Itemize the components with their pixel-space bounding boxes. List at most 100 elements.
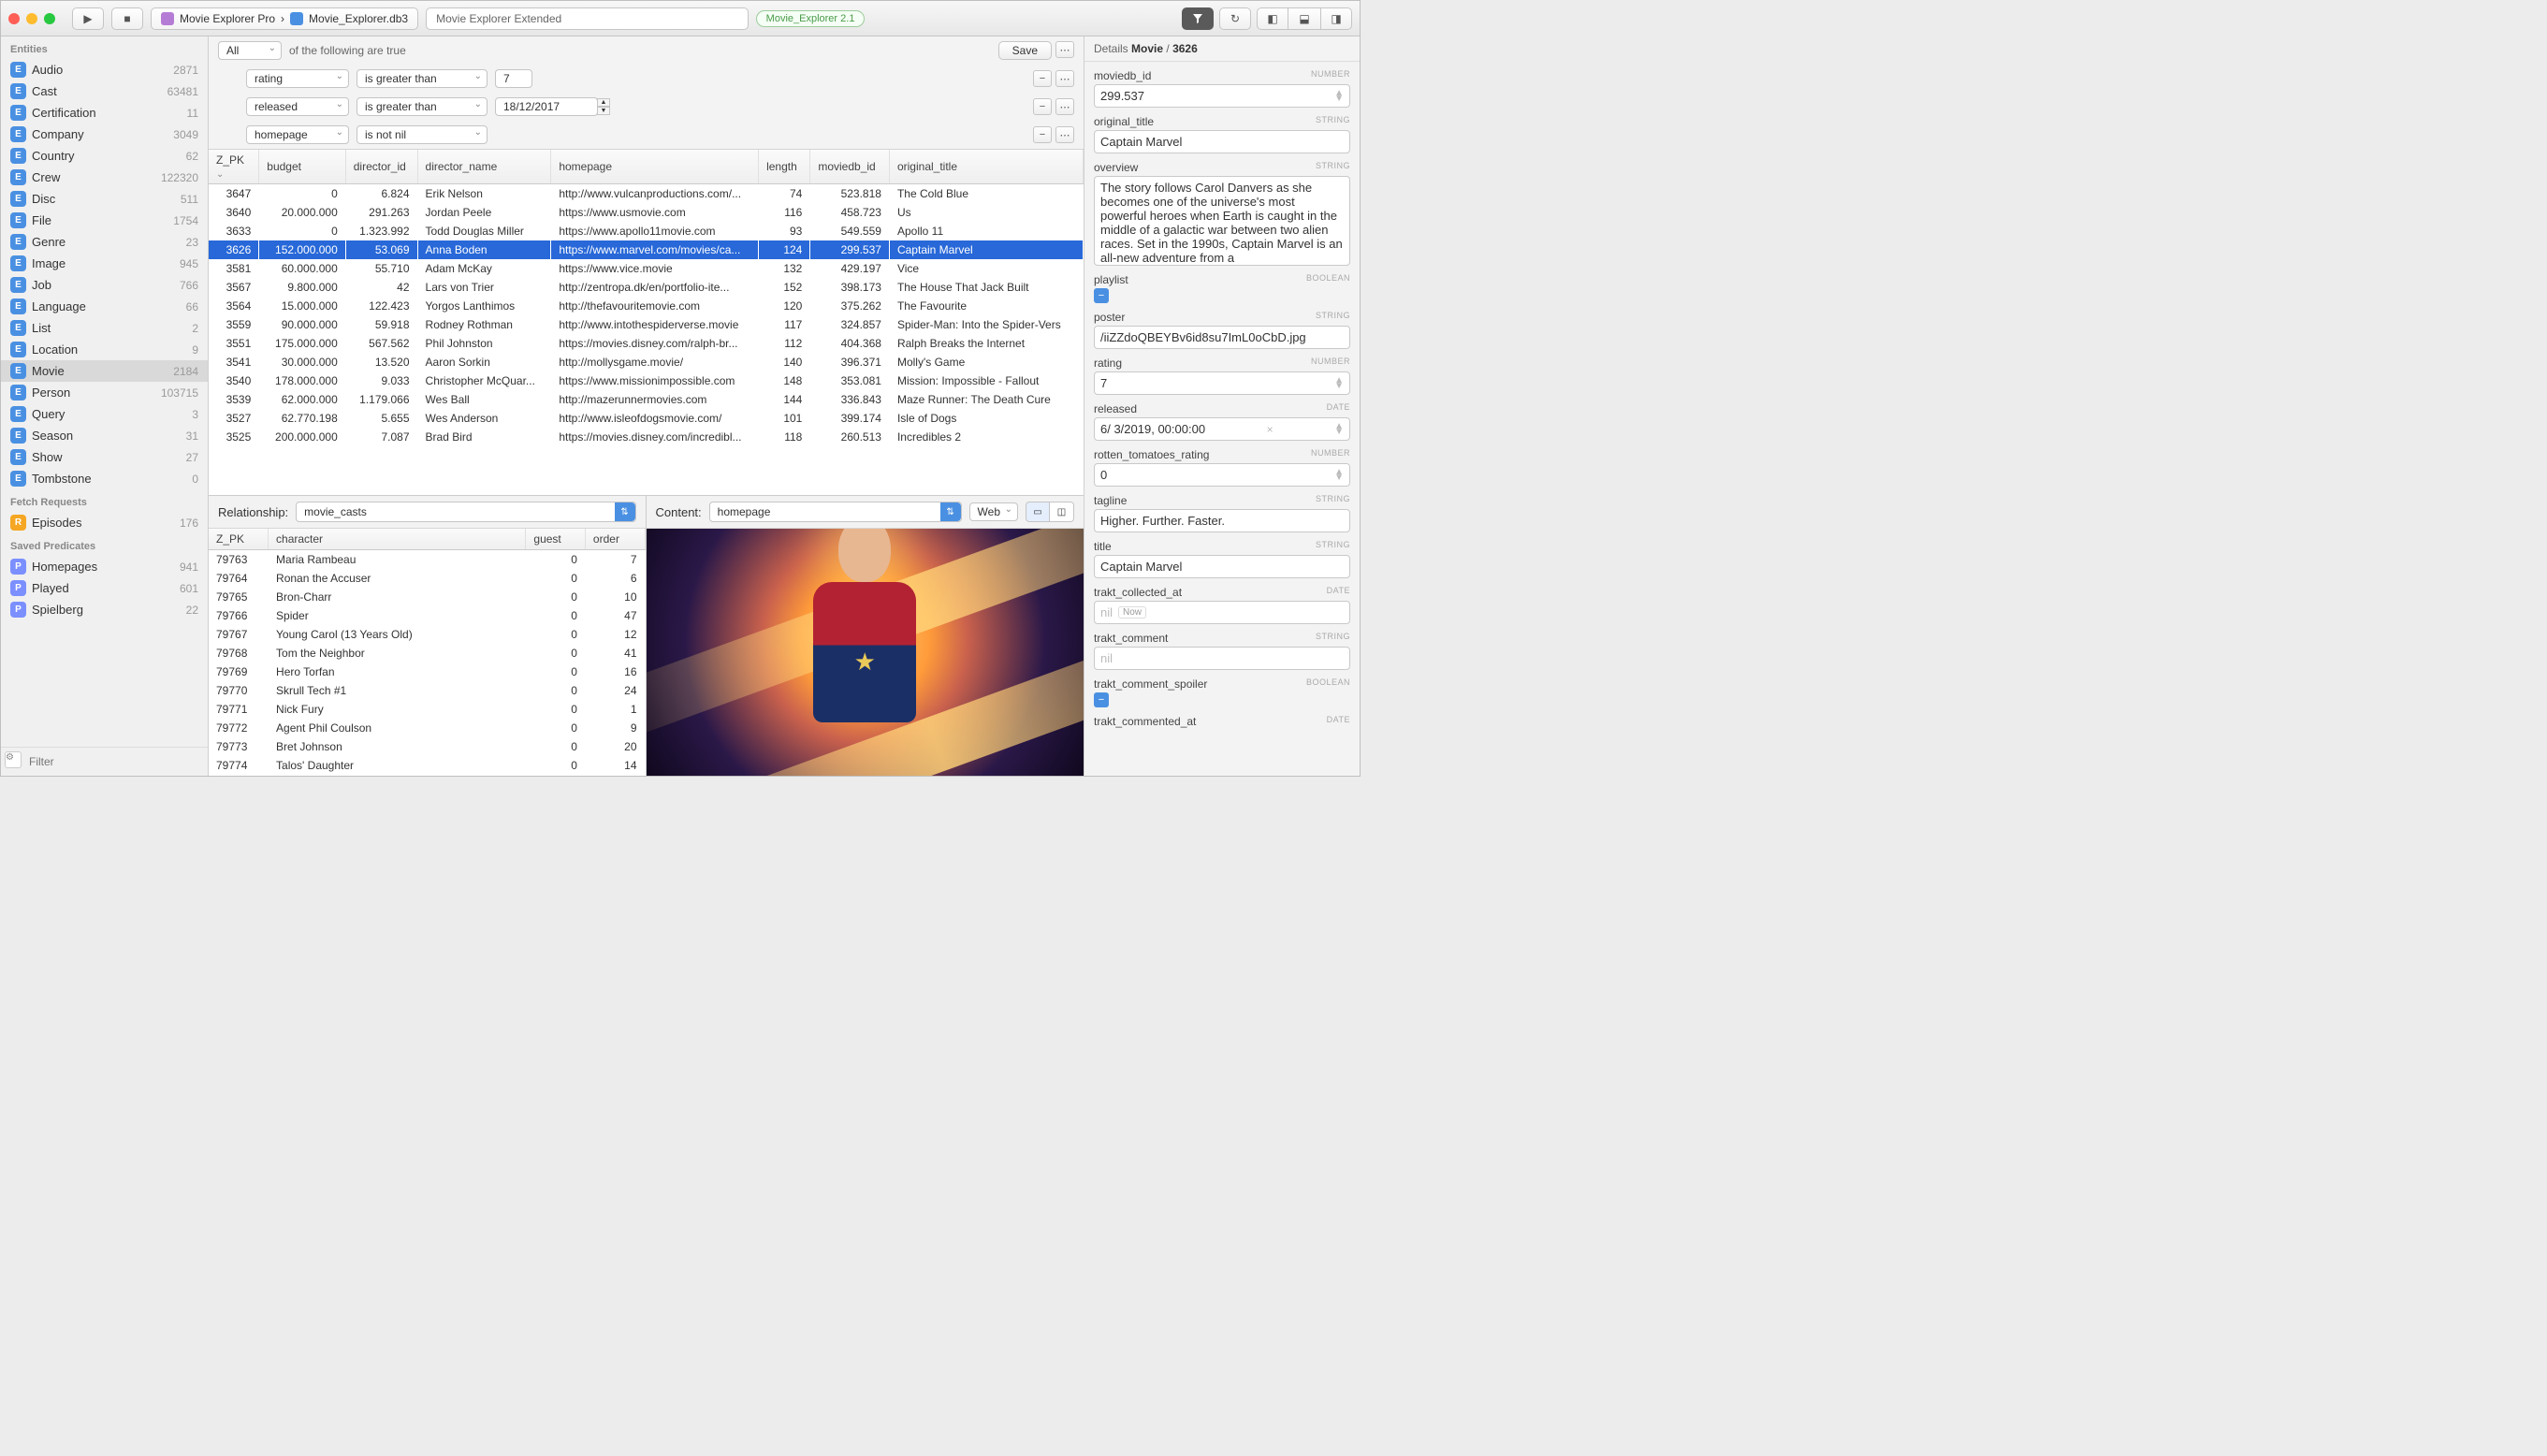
table-row[interactable]: 3525200.000.0007.087 Brad Birdhttps://mo… <box>209 428 1084 446</box>
predicate-op-select[interactable]: is not nil <box>357 125 488 144</box>
table-row[interactable]: 352762.770.1985.655 Wes Andersonhttp://w… <box>209 409 1084 428</box>
filter-funnel-button[interactable] <box>1182 7 1214 30</box>
relationship-select[interactable]: movie_casts ⇅ <box>296 502 635 522</box>
sidebar-item-spielberg[interactable]: P Spielberg 22 <box>1 599 208 620</box>
content-view-single-button[interactable]: ▭ <box>1026 502 1050 522</box>
stepper-icon[interactable]: ▲▼ <box>1334 91 1344 102</box>
sidebar-add-button[interactable]: ⚙ <box>5 751 22 768</box>
sidebar-item-person[interactable]: E Person 103715 <box>1 382 208 403</box>
column-header-Z_PK[interactable]: Z_PK <box>209 150 259 184</box>
layout-left-button[interactable]: ◧ <box>1257 7 1288 30</box>
sidebar-item-company[interactable]: E Company 3049 <box>1 124 208 145</box>
detail-date-input[interactable]: nilNow <box>1094 601 1350 624</box>
layout-right-button[interactable]: ◨ <box>1320 7 1352 30</box>
sidebar-item-homepages[interactable]: P Homepages 941 <box>1 556 208 577</box>
predicate-root-more-button[interactable]: ⋯ <box>1055 41 1074 58</box>
table-row[interactable]: 3626152.000.00053.069 Anna Bodenhttps://… <box>209 240 1084 259</box>
predicate-save-button[interactable]: Save <box>998 41 1052 60</box>
breadcrumb[interactable]: Movie Explorer Pro › Movie_Explorer.db3 <box>151 7 418 30</box>
content-mode-select[interactable]: Web <box>969 502 1018 521</box>
sidebar-item-played[interactable]: P Played 601 <box>1 577 208 599</box>
column-header-length[interactable]: length <box>759 150 810 184</box>
predicate-value-input[interactable]: 7 <box>495 69 532 88</box>
table-row[interactable]: 353962.000.0001.179.066 Wes Ballhttp://m… <box>209 390 1084 409</box>
table-row[interactable]: 79771Nick Fury01 <box>209 700 645 719</box>
predicate-op-select[interactable]: is greater than <box>357 97 488 116</box>
clear-icon[interactable]: × <box>1267 423 1274 436</box>
sidebar-item-location[interactable]: E Location 9 <box>1 339 208 360</box>
table-row[interactable]: 79765Bron-Charr010 <box>209 588 645 606</box>
sidebar-item-audio[interactable]: E Audio 2871 <box>1 59 208 80</box>
stop-button[interactable]: ■ <box>111 7 143 30</box>
table-row[interactable]: 79773Bret Johnson020 <box>209 737 645 756</box>
table-row[interactable]: 79763Maria Rambeau07 <box>209 550 645 570</box>
detail-input[interactable]: /iiZZdoQBEYBv6id8su7ImL0oCbD.jpg <box>1094 326 1350 349</box>
table-row[interactable]: 79764Ronan the Accuser06 <box>209 569 645 588</box>
title-field[interactable]: Movie Explorer Extended <box>426 7 749 30</box>
stepper-icon[interactable]: ▲▼ <box>1334 424 1344 435</box>
table-row[interactable]: 79768Tom the Neighbor041 <box>209 644 645 662</box>
table-row[interactable]: 79767Young Carol (13 Years Old)012 <box>209 625 645 644</box>
column-header-original_title[interactable]: original_title <box>889 150 1083 184</box>
sidebar-item-file[interactable]: E File 1754 <box>1 210 208 231</box>
date-stepper[interactable]: ▲▼ <box>597 98 610 115</box>
play-button[interactable]: ▶ <box>72 7 104 30</box>
column-header-director_id[interactable]: director_id <box>345 150 417 184</box>
sidebar-item-list[interactable]: E List 2 <box>1 317 208 339</box>
column-header-moviedb_id[interactable]: moviedb_id <box>810 150 890 184</box>
detail-bool-toggle[interactable]: − <box>1094 692 1109 707</box>
column-header-character[interactable]: character <box>269 529 526 550</box>
table-row[interactable]: 363301.323.992 Todd Douglas Millerhttps:… <box>209 222 1084 240</box>
sidebar-item-cast[interactable]: E Cast 63481 <box>1 80 208 102</box>
sidebar-item-tombstone[interactable]: E Tombstone 0 <box>1 468 208 489</box>
column-header-Z_PK[interactable]: Z_PK <box>209 529 269 550</box>
table-row[interactable]: 358160.000.00055.710 Adam McKayhttps://w… <box>209 259 1084 278</box>
table-row[interactable]: 79770Skrull Tech #1024 <box>209 681 645 700</box>
predicate-op-select[interactable]: is greater than <box>357 69 488 88</box>
sidebar-item-job[interactable]: E Job 766 <box>1 274 208 296</box>
sidebar-item-image[interactable]: E Image 945 <box>1 253 208 274</box>
predicate-field-select[interactable]: released <box>246 97 349 116</box>
table-row[interactable]: 79766Spider047 <box>209 606 645 625</box>
stepper-icon[interactable]: ▲▼ <box>1334 378 1344 389</box>
detail-input[interactable]: 7▲▼ <box>1094 371 1350 395</box>
zoom-window-icon[interactable] <box>44 13 55 24</box>
detail-input[interactable]: Captain Marvel <box>1094 555 1350 578</box>
column-header-budget[interactable]: budget <box>259 150 345 184</box>
content-view-split-button[interactable]: ◫ <box>1050 502 1074 522</box>
sidebar-item-season[interactable]: E Season 31 <box>1 425 208 446</box>
table-row[interactable]: 79769Hero Torfan016 <box>209 662 645 681</box>
table-row[interactable]: 355990.000.00059.918 Rodney Rothmanhttp:… <box>209 315 1084 334</box>
table-row[interactable]: 364020.000.000291.263 Jordan Peelehttps:… <box>209 203 1084 222</box>
column-header-homepage[interactable]: homepage <box>551 150 759 184</box>
main-table[interactable]: Z_PKbudgetdirector_iddirector_namehomepa… <box>209 150 1084 495</box>
detail-date-input[interactable]: 6/ 3/2019, 00:00:00×▲▼ <box>1094 417 1350 441</box>
table-row[interactable]: 35679.800.00042 Lars von Trierhttp://zen… <box>209 278 1084 297</box>
sidebar-item-movie[interactable]: E Movie 2184 <box>1 360 208 382</box>
detail-input[interactable]: Captain Marvel <box>1094 130 1350 153</box>
version-badge[interactable]: Movie_Explorer 2.1 <box>756 10 866 27</box>
predicate-more-button[interactable]: ⋯ <box>1055 98 1074 115</box>
table-row[interactable]: 364706.824 Erik Nelsonhttp://www.vulcanp… <box>209 184 1084 204</box>
predicate-more-button[interactable]: ⋯ <box>1055 126 1074 143</box>
column-header-order[interactable]: order <box>585 529 645 550</box>
content-select[interactable]: homepage ⇅ <box>709 502 962 522</box>
content-preview[interactable]: ★ <box>647 529 1084 776</box>
detail-input[interactable]: 299.537▲▼ <box>1094 84 1350 108</box>
close-window-icon[interactable] <box>8 13 20 24</box>
detail-input[interactable]: 0▲▼ <box>1094 463 1350 487</box>
minimize-window-icon[interactable] <box>26 13 37 24</box>
sidebar-item-show[interactable]: E Show 27 <box>1 446 208 468</box>
sidebar-item-disc[interactable]: E Disc 511 <box>1 188 208 210</box>
sidebar-item-genre[interactable]: E Genre 23 <box>1 231 208 253</box>
sidebar-item-crew[interactable]: E Crew 122320 <box>1 167 208 188</box>
detail-textarea[interactable]: The story follows Carol Danvers as she b… <box>1094 176 1350 266</box>
table-row[interactable]: 356415.000.000122.423 Yorgos Lanthimosht… <box>209 297 1084 315</box>
table-row[interactable]: 79774Talos' Daughter014 <box>209 756 645 775</box>
sidebar-item-query[interactable]: E Query 3 <box>1 403 208 425</box>
sidebar-item-certification[interactable]: E Certification 11 <box>1 102 208 124</box>
detail-bool-toggle[interactable]: − <box>1094 288 1109 303</box>
table-row[interactable]: 3551175.000.000567.562 Phil Johnstonhttp… <box>209 334 1084 353</box>
column-header-guest[interactable]: guest <box>526 529 586 550</box>
predicate-field-select[interactable]: homepage <box>246 125 349 144</box>
